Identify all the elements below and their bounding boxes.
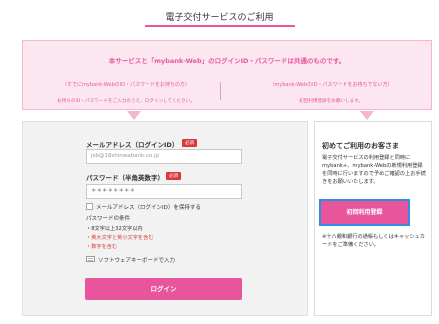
remember-checkbox[interactable] xyxy=(86,203,93,210)
email-label: メールアドレス（ログインID） xyxy=(86,141,179,149)
notice-divider xyxy=(220,82,221,100)
notice-box: 本サービスと「mybank-Web」のログインID・パスワードは共通のものです。… xyxy=(22,40,432,110)
notice-existing-subtitle: （すでにmybank-WebのID・パスワードをお持ちの方） xyxy=(61,82,190,88)
password-condition-digit: ・数字を含む xyxy=(86,244,118,250)
notice-headline: 本サービスと「mybank-Web」のログインID・パスワードは共通のものです。 xyxy=(108,57,346,65)
notice-existing-description: お持ちのID・パスワードをご入力のうえ、ログインしてください。 xyxy=(57,99,195,104)
page-title: 電子交付サービスのご利用 xyxy=(165,13,274,23)
guide-note: ※十八親和銀行の通帳もしくはキャッシュカードをご準備ください。 xyxy=(322,234,425,248)
notice-existing-users: （すでにmybank-WebのID・パスワードをお持ちの方） お持ちのID・パス… xyxy=(23,81,229,105)
password-condition-length: ・8文字以上32文字以内 xyxy=(86,226,143,232)
login-button[interactable]: ログイン xyxy=(85,278,242,300)
first-registration-button[interactable]: 初回利用登録 xyxy=(319,199,410,226)
notice-new-users: （mybank-WebのID・パスワードをお持ちでない方） 初回利用登録をお願い… xyxy=(229,81,433,105)
password-conditions-title: パスワードの条件 xyxy=(86,216,131,222)
password-label: パスワード（半角英数字） xyxy=(86,174,164,182)
arrow-down-icon xyxy=(127,111,141,120)
password-condition-case: ・英大文字と英小文字を含む xyxy=(86,235,154,241)
arrow-down-icon xyxy=(360,111,374,120)
keyboard-icon[interactable] xyxy=(86,256,95,262)
password-required-badge: 必須 xyxy=(166,172,181,180)
guide-description: 電子交付サービスの利用登録と同時にmybank+、mybank-Webの新規利用… xyxy=(322,155,426,185)
email-input[interactable]: jsb@18shinwabank.co.jp xyxy=(86,149,242,164)
notice-new-description: 初回利用登録をお願いします。 xyxy=(299,99,363,104)
notice-new-subtitle: （mybank-WebのID・パスワードをお持ちでない方） xyxy=(269,82,393,88)
email-required-badge: 必須 xyxy=(182,139,197,147)
software-keyboard-link[interactable]: ソフトウェアキーボードで入力 xyxy=(98,256,175,264)
password-input[interactable]: ＊＊＊＊＊＊＊＊ xyxy=(86,184,242,199)
guide-title: 初めてご利用のお客さま xyxy=(322,142,399,150)
remember-label[interactable]: メールアドレス（ログインID）を保持する xyxy=(96,203,201,211)
title-underline xyxy=(145,25,295,27)
